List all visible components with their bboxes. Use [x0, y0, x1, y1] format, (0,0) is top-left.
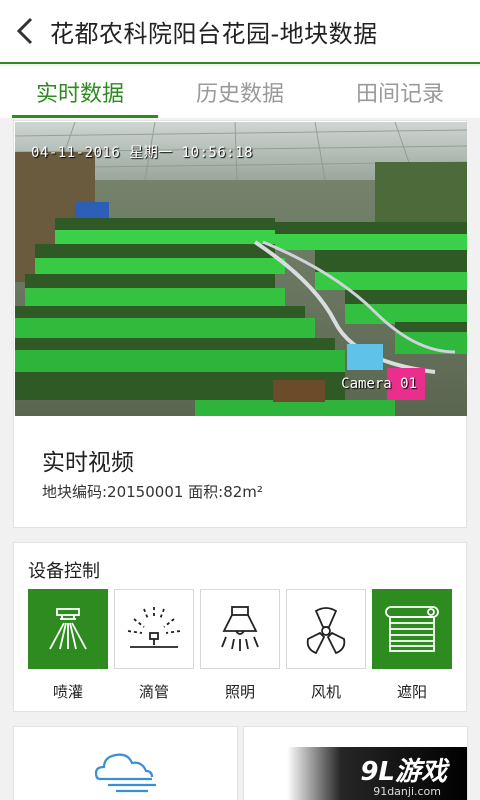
- camera-label: Camera 01: [341, 376, 417, 392]
- watermark: 9L游戏 91danji.com: [287, 747, 467, 800]
- cloud-wind-icon: [94, 753, 156, 793]
- lighting-toggle[interactable]: 照明: [200, 589, 280, 702]
- lighting-label: 照明: [224, 683, 255, 701]
- live-video-card[interactable]: 04-11-2016 星期一 10:56:18 Camera 01 实时视频 地…: [13, 120, 467, 528]
- sprinkler-button[interactable]: [28, 589, 108, 669]
- tab-field-records[interactable]: 田间记录: [320, 66, 480, 118]
- tab-realtime-data[interactable]: 实时数据: [0, 66, 160, 118]
- watermark-logo: 9L游戏: [360, 757, 447, 787]
- lamp-icon: [221, 606, 259, 651]
- camera-feed[interactable]: 04-11-2016 星期一 10:56:18 Camera 01: [15, 122, 467, 416]
- tab-history-data[interactable]: 历史数据: [160, 66, 320, 118]
- drip-irrigation-toggle[interactable]: 滴管: [114, 589, 194, 702]
- shade-icon: [385, 606, 439, 652]
- sprinkler-toggle[interactable]: 喷灌: [28, 589, 108, 702]
- device-control-title: 设备控制: [28, 561, 100, 582]
- fan-icon: [306, 607, 346, 655]
- shade-label: 遮阳: [396, 683, 427, 701]
- camera-timestamp: 04-11-2016 星期一 10:56:18: [31, 145, 254, 161]
- sprinkler-icon: [49, 608, 87, 650]
- page-title: 花都农科院阳台花园-地块数据: [50, 19, 378, 48]
- back-button[interactable]: [0, 0, 50, 63]
- lighting-button[interactable]: [200, 589, 280, 669]
- plot-info: 地块编码:20150001 面积:82m²: [42, 483, 263, 501]
- chevron-left-icon: [16, 17, 33, 45]
- watermark-url: 91danji.com: [373, 785, 441, 798]
- device-control-list: 喷灌 滴管 照明 风机 遮阳: [28, 589, 452, 702]
- shade-toggle[interactable]: 遮阳: [372, 589, 452, 702]
- device-control-card: 设备控制 喷灌 滴管 照明 风机 遮阳: [13, 542, 467, 712]
- shade-button[interactable]: [372, 589, 452, 669]
- drip-irrigation-label: 滴管: [138, 683, 169, 701]
- drip-irrigation-icon: [127, 607, 181, 648]
- fan-button[interactable]: [286, 589, 366, 669]
- top-bar: 花都农科院阳台花园-地块数据: [0, 0, 480, 64]
- drip-irrigation-button[interactable]: [114, 589, 194, 669]
- video-title: 实时视频: [42, 450, 134, 476]
- greenhouse-camera-image: [15, 122, 467, 416]
- fan-label: 风机: [310, 683, 341, 701]
- sensor-card[interactable]: 9L游戏 91danji.com: [243, 726, 468, 800]
- sprinkler-label: 喷灌: [52, 683, 83, 701]
- weather-card[interactable]: [13, 726, 238, 800]
- tab-bar: 实时数据 历史数据 田间记录: [0, 66, 480, 118]
- fan-toggle[interactable]: 风机: [286, 589, 366, 702]
